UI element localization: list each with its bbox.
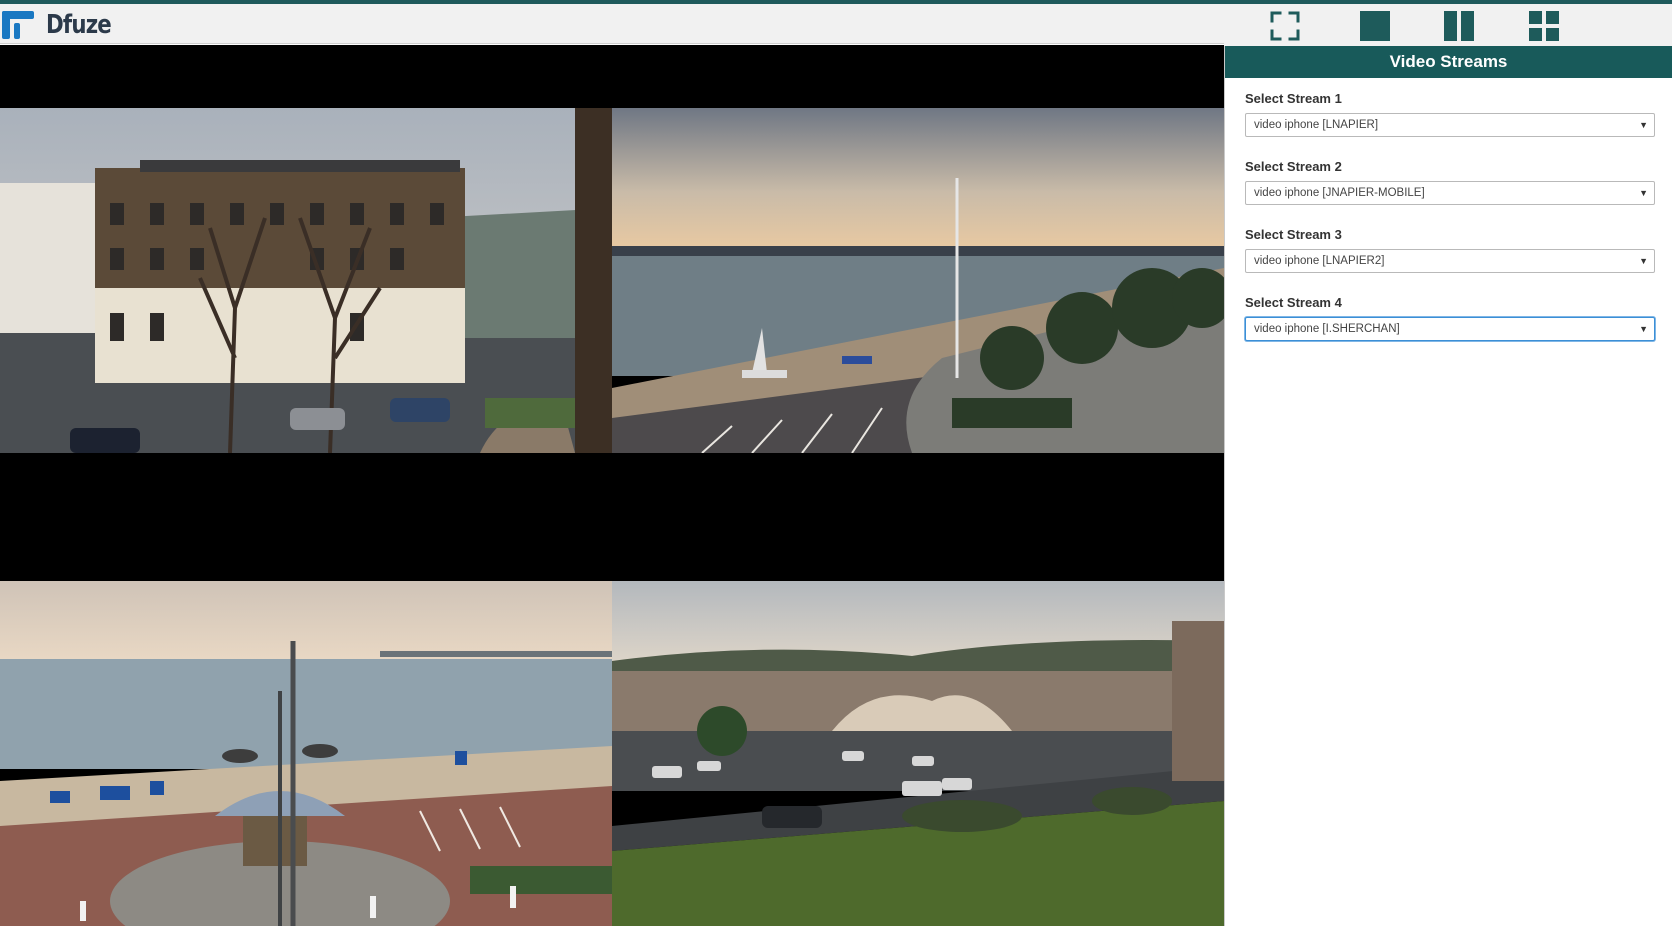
fullscreen-icon (1270, 11, 1300, 41)
layout-toolbar (1224, 4, 1672, 46)
video-feed-hotel-street (0, 108, 612, 453)
app-header: Dfuze (0, 4, 1224, 44)
video-tile-3[interactable] (0, 581, 612, 926)
chevron-down-icon: ▼ (1639, 188, 1648, 198)
stream-2-label: Select Stream 2 (1245, 159, 1342, 174)
stream-4-value: video iphone [I.SHERCHAN] (1254, 323, 1400, 335)
stream-1-field: Select Stream 1 video iphone [LNAPIER] ▼ (1245, 90, 1655, 137)
stream-3-value: video iphone [LNAPIER2] (1254, 255, 1385, 267)
stream-2-value: video iphone [JNAPIER-MOBILE] (1254, 187, 1425, 199)
logo-text: Dfuze (46, 10, 112, 40)
stream-3-field: Select Stream 3 video iphone [LNAPIER2] … (1245, 226, 1655, 273)
stream-3-select[interactable]: video iphone [LNAPIER2] ▼ (1245, 249, 1655, 273)
logo-icon (2, 9, 34, 41)
video-feed-seafront (612, 108, 1224, 453)
video-feed-beach-shelter (0, 581, 612, 926)
fullscreen-button[interactable] (1268, 9, 1302, 43)
chevron-down-icon: ▼ (1639, 120, 1648, 130)
app-logo[interactable]: Dfuze (2, 8, 125, 42)
stream-1-value: video iphone [LNAPIER] (1254, 119, 1379, 131)
chevron-down-icon: ▼ (1639, 324, 1648, 334)
stream-3-label: Select Stream 3 (1245, 227, 1342, 242)
video-tile-1[interactable] (0, 108, 612, 453)
stream-4-field: Select Stream 4 video iphone [I.SHERCHAN… (1245, 294, 1655, 341)
video-grid (0, 45, 1224, 926)
panel-title: Video Streams (1225, 46, 1672, 78)
video-tile-4[interactable] (612, 581, 1224, 926)
stream-4-label: Select Stream 4 (1245, 295, 1342, 310)
chevron-down-icon: ▼ (1639, 256, 1648, 266)
stream-2-select[interactable]: video iphone [JNAPIER-MOBILE] ▼ (1245, 181, 1655, 205)
two-column-view-button[interactable] (1442, 9, 1476, 43)
video-streams-panel: Video Streams Select Stream 1 video ipho… (1224, 46, 1672, 926)
single-square-icon (1360, 11, 1390, 41)
quad-view-button[interactable] (1527, 9, 1561, 43)
video-tile-2[interactable] (612, 108, 1224, 453)
stream-4-select[interactable]: video iphone [I.SHERCHAN] ▼ (1245, 317, 1655, 341)
stream-1-label: Select Stream 1 (1245, 91, 1342, 106)
single-view-button[interactable] (1358, 9, 1392, 43)
stream-1-select[interactable]: video iphone [LNAPIER] ▼ (1245, 113, 1655, 137)
two-columns-icon (1444, 11, 1474, 41)
stream-2-field: Select Stream 2 video iphone [JNAPIER-MO… (1245, 158, 1655, 205)
four-grid-icon (1529, 11, 1559, 41)
video-feed-town-car-park (612, 581, 1224, 926)
